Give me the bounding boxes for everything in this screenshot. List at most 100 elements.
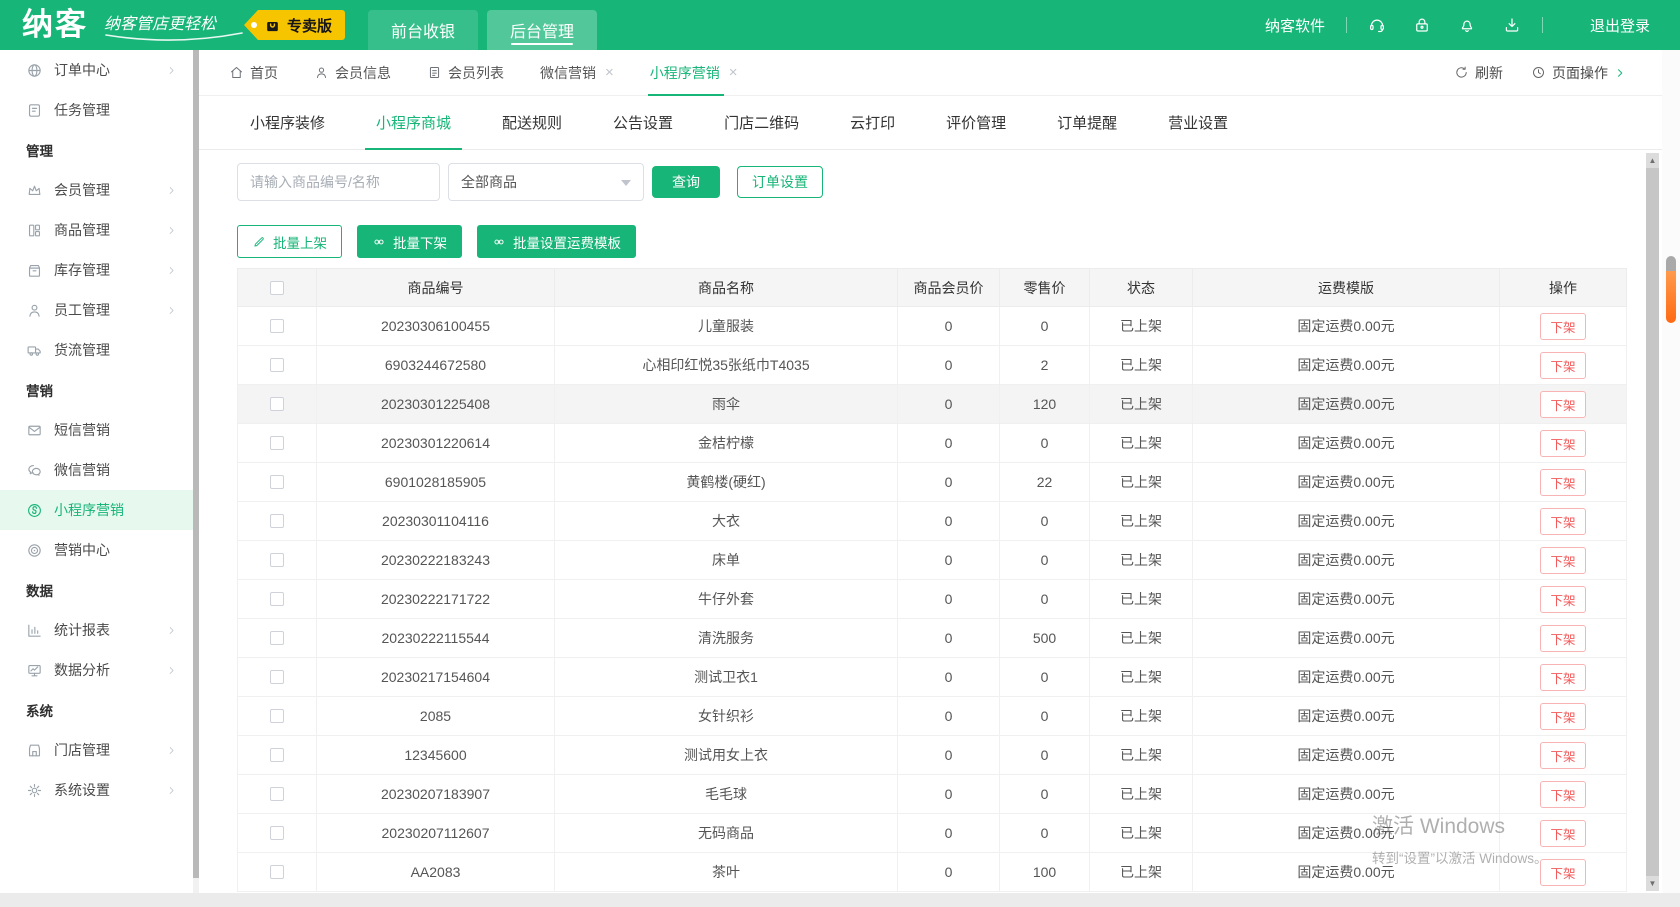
sidebar-item[interactable]: 门店管理 bbox=[0, 730, 193, 770]
headset-icon[interactable] bbox=[1368, 16, 1386, 34]
cell-retail-price: 100 bbox=[1000, 853, 1090, 892]
subtab[interactable]: 门店二维码 bbox=[721, 96, 802, 149]
open-tab[interactable]: 首页 bbox=[229, 50, 278, 95]
row-checkbox-cell bbox=[238, 619, 317, 658]
sidebar-item[interactable]: 商品管理 bbox=[0, 210, 193, 250]
subtab[interactable]: 营业设置 bbox=[1165, 96, 1231, 149]
row-checkbox[interactable] bbox=[270, 475, 284, 489]
sidebar-item[interactable]: 数据分析 bbox=[0, 650, 193, 690]
sidebar-item[interactable]: 小程序营销 bbox=[0, 490, 193, 530]
cell-member-price: 0 bbox=[898, 580, 1000, 619]
user-menu[interactable]: 纳客软件 bbox=[1238, 15, 1325, 36]
row-checkbox[interactable] bbox=[270, 397, 284, 411]
batch-button[interactable]: 批量下架 bbox=[357, 225, 462, 258]
table-row: 20230207112607无码商品00已上架固定运费0.00元下架 bbox=[238, 814, 1627, 853]
refresh-button[interactable]: 刷新 bbox=[1454, 63, 1503, 83]
subtab[interactable]: 评价管理 bbox=[943, 96, 1009, 149]
take-down-button[interactable]: 下架 bbox=[1540, 820, 1585, 847]
sidebar-item-label: 会员管理 bbox=[54, 180, 166, 200]
edition-badge[interactable]: 专卖版 bbox=[244, 10, 345, 40]
cell-freight-template: 固定运费0.00元 bbox=[1193, 502, 1500, 541]
sidebar-item[interactable]: 任务管理 bbox=[0, 90, 193, 130]
close-icon[interactable]: × bbox=[729, 65, 738, 80]
sidebar-item-label: 微信营销 bbox=[54, 460, 179, 480]
download-icon[interactable] bbox=[1503, 16, 1521, 34]
take-down-button[interactable]: 下架 bbox=[1540, 430, 1585, 457]
row-checkbox[interactable] bbox=[270, 319, 284, 333]
row-checkbox[interactable] bbox=[270, 748, 284, 762]
open-tab[interactable]: 小程序营销× bbox=[650, 50, 738, 95]
lock-icon[interactable] bbox=[1413, 16, 1431, 34]
sidebar-item[interactable]: 会员管理 bbox=[0, 170, 193, 210]
subtab[interactable]: 公告设置 bbox=[610, 96, 676, 149]
batch-button-label: 批量下架 bbox=[393, 232, 447, 252]
open-tab[interactable]: 微信营销× bbox=[540, 50, 614, 95]
take-down-button[interactable]: 下架 bbox=[1540, 703, 1585, 730]
take-down-button[interactable]: 下架 bbox=[1540, 508, 1585, 535]
close-icon[interactable]: × bbox=[605, 65, 614, 80]
sidebar-item[interactable]: 营销中心 bbox=[0, 530, 193, 570]
take-down-button[interactable]: 下架 bbox=[1540, 469, 1585, 496]
cell-product-name: 牛仔外套 bbox=[555, 580, 898, 619]
take-down-button[interactable]: 下架 bbox=[1540, 313, 1585, 340]
row-checkbox[interactable] bbox=[270, 514, 284, 528]
take-down-button[interactable]: 下架 bbox=[1540, 547, 1585, 574]
row-checkbox[interactable] bbox=[270, 826, 284, 840]
row-checkbox[interactable] bbox=[270, 553, 284, 567]
subtab[interactable]: 小程序装修 bbox=[247, 96, 328, 149]
take-down-button[interactable]: 下架 bbox=[1540, 664, 1585, 691]
sidebar-scrollbar-thumb[interactable] bbox=[193, 50, 199, 878]
sidebar-item[interactable]: 货流管理 bbox=[0, 330, 193, 370]
take-down-button[interactable]: 下架 bbox=[1540, 859, 1585, 886]
cell-freight-template: 固定运费0.00元 bbox=[1193, 775, 1500, 814]
row-checkbox[interactable] bbox=[270, 592, 284, 606]
select-all-checkbox[interactable] bbox=[270, 281, 284, 295]
row-checkbox-cell bbox=[238, 463, 317, 502]
sidebar-item[interactable]: 微信营销 bbox=[0, 450, 193, 490]
bell-icon[interactable] bbox=[1458, 16, 1476, 34]
sidebar-item[interactable]: 系统设置 bbox=[0, 770, 193, 810]
header-nav-tab[interactable]: 前台收银 bbox=[368, 10, 478, 50]
sidebar-item[interactable]: 员工管理 bbox=[0, 290, 193, 330]
take-down-button[interactable]: 下架 bbox=[1540, 391, 1585, 418]
row-checkbox[interactable] bbox=[270, 865, 284, 879]
subtab[interactable]: 小程序商城 bbox=[373, 96, 454, 149]
sidebar-item[interactable]: 订单中心 bbox=[0, 50, 193, 90]
row-checkbox[interactable] bbox=[270, 787, 284, 801]
take-down-button[interactable]: 下架 bbox=[1540, 586, 1585, 613]
row-checkbox-cell bbox=[238, 658, 317, 697]
take-down-button[interactable]: 下架 bbox=[1540, 625, 1585, 652]
page-scrollbar-thumb[interactable] bbox=[1666, 271, 1676, 323]
subtab[interactable]: 云打印 bbox=[847, 96, 898, 149]
order-settings-button[interactable]: 订单设置 bbox=[737, 166, 823, 198]
page-ops-button[interactable]: 页面操作 bbox=[1531, 63, 1626, 83]
row-checkbox-cell bbox=[238, 424, 317, 463]
take-down-button[interactable]: 下架 bbox=[1540, 742, 1585, 769]
open-tab[interactable]: 会员列表 bbox=[427, 50, 504, 95]
batch-button[interactable]: 批量设置运费模板 bbox=[477, 225, 636, 258]
open-tab[interactable]: 会员信息 bbox=[314, 50, 391, 95]
row-checkbox[interactable] bbox=[270, 670, 284, 684]
scroll-down-arrow-icon[interactable]: ▼ bbox=[1646, 876, 1659, 891]
search-input[interactable] bbox=[237, 163, 440, 201]
logout-button[interactable]: 退出登录 bbox=[1564, 15, 1650, 36]
select-all-header-cell bbox=[238, 269, 317, 307]
subtab[interactable]: 订单提醒 bbox=[1054, 96, 1120, 149]
row-checkbox[interactable] bbox=[270, 709, 284, 723]
sidebar-item[interactable]: 统计报表 bbox=[0, 610, 193, 650]
scroll-up-arrow-icon[interactable]: ▲ bbox=[1646, 153, 1659, 168]
row-checkbox[interactable] bbox=[270, 631, 284, 645]
header-nav-tab[interactable]: 后台管理 bbox=[487, 10, 597, 50]
content-scrollbar-thumb[interactable] bbox=[1646, 168, 1659, 876]
row-checkbox[interactable] bbox=[270, 358, 284, 372]
take-down-button[interactable]: 下架 bbox=[1540, 781, 1585, 808]
query-button[interactable]: 查询 bbox=[652, 166, 720, 198]
take-down-button[interactable]: 下架 bbox=[1540, 352, 1585, 379]
row-checkbox[interactable] bbox=[270, 436, 284, 450]
category-select[interactable]: 全部商品 bbox=[448, 163, 644, 201]
column-header: 状态 bbox=[1090, 269, 1193, 307]
batch-button[interactable]: 批量上架 bbox=[237, 225, 342, 258]
sidebar-item[interactable]: 库存管理 bbox=[0, 250, 193, 290]
sidebar-item[interactable]: 短信营销 bbox=[0, 410, 193, 450]
subtab[interactable]: 配送规则 bbox=[499, 96, 565, 149]
